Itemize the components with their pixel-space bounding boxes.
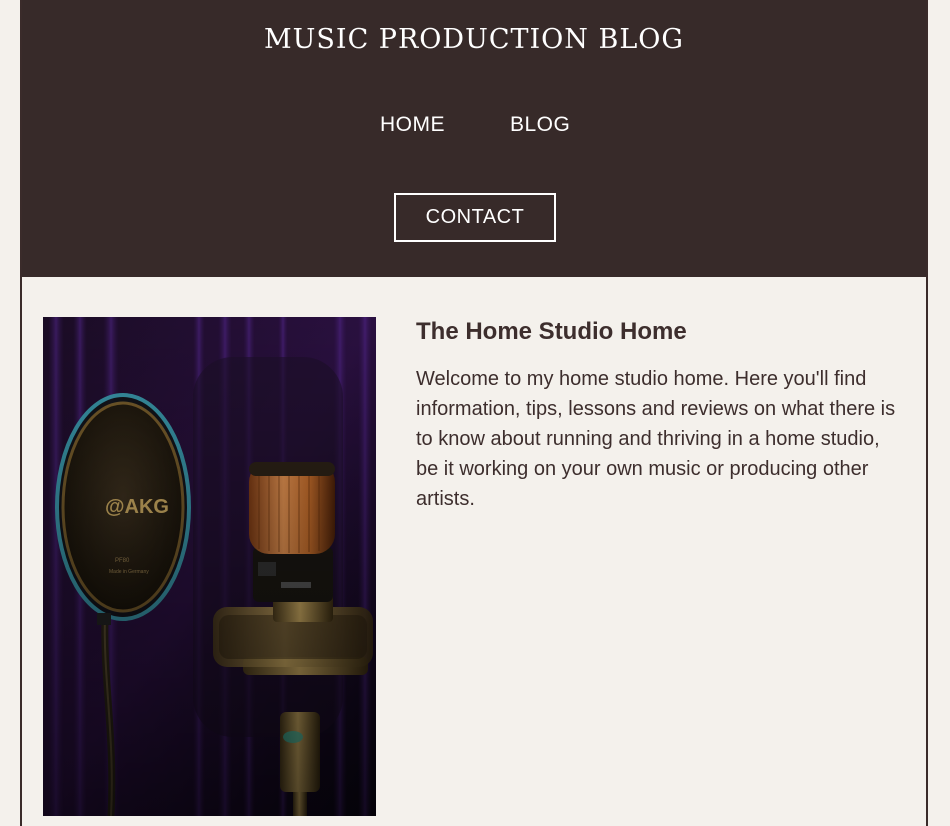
page-frame: MUSIC PRODUCTION BLOG HOME BLOG CONTACT: [20, 0, 928, 826]
site-header: MUSIC PRODUCTION BLOG HOME BLOG CONTACT: [22, 0, 926, 277]
nav-home-link[interactable]: HOME: [380, 113, 445, 137]
nav-blog-link[interactable]: BLOG: [510, 113, 570, 137]
studio-microphone-photo: @AKG PF80 Made in Germany: [43, 317, 376, 816]
post-title: The Home Studio Home: [416, 318, 687, 345]
post-body: Welcome to my home studio home. Here you…: [416, 368, 896, 510]
contact-button[interactable]: CONTACT: [394, 193, 556, 242]
site-title[interactable]: MUSIC PRODUCTION BLOG: [22, 24, 926, 55]
